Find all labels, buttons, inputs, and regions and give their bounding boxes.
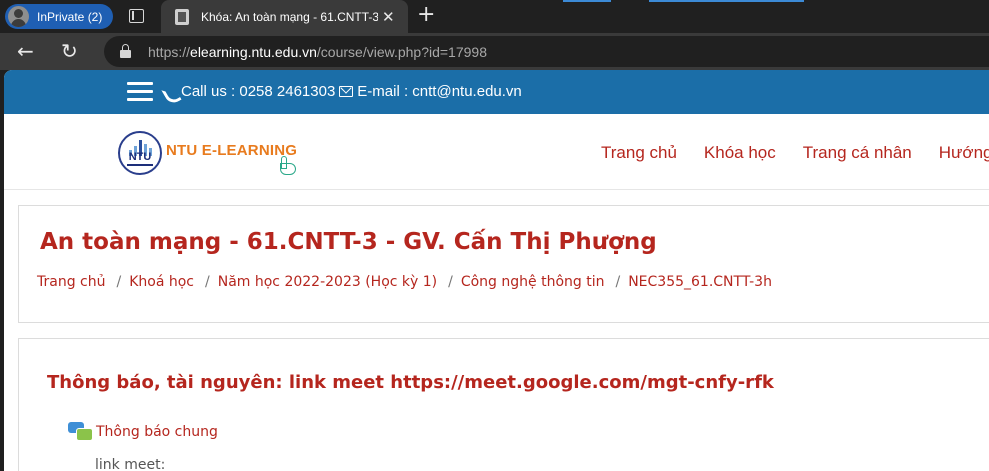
address-bar[interactable]: https://elearning.ntu.edu.vn/course/view… — [104, 36, 989, 67]
breadcrumb-separator: / — [116, 274, 122, 290]
browser-tab-strip: InPrivate (2) Khóa: An toàn mạng - 61.CN… — [0, 0, 989, 33]
url-host: elearning.ntu.edu.vn — [190, 44, 317, 60]
contact-email: E-mail : cntt@ntu.edu.vn — [357, 83, 522, 100]
forum-icon — [68, 422, 93, 442]
main-menu: Trang chủ Khóa học Trang cá nhân Hướng — [601, 143, 989, 163]
breadcrumb-separator: / — [205, 274, 210, 290]
menu-item-guide[interactable]: Hướng — [939, 143, 989, 163]
phone-icon — [164, 86, 176, 98]
breadcrumb-item-year[interactable]: Năm học 2022-2023 (Học kỳ 1) — [218, 274, 437, 290]
mail-icon — [339, 86, 354, 97]
breadcrumb-item-course[interactable]: NEC355_61.CNTT-3h — [628, 274, 772, 290]
url-prefix: https:// — [148, 44, 191, 60]
breadcrumb-separator: / — [615, 274, 621, 290]
page-favicon-icon — [175, 8, 189, 25]
url-path: /course/view.php?id=17998 — [316, 44, 487, 60]
breadcrumb-item-home[interactable]: Trang chủ — [37, 274, 105, 290]
pointer-hand-icon — [276, 154, 298, 175]
tab-strip-accent — [563, 0, 611, 2]
site-logo[interactable]: NTU NTU E-LEARNING — [118, 130, 318, 176]
course-section-card: Thông báo, tài nguyên: link meet https:/… — [18, 338, 989, 471]
inprivate-profile-button[interactable]: InPrivate (2) — [5, 4, 113, 29]
page-viewport: Call us : 0258 2461303 E-mail : cntt@ntu… — [4, 70, 989, 471]
breadcrumb-item-courses[interactable]: Khoá học — [129, 274, 194, 290]
tab-title: Khóa: An toàn mạng - 61.CNTT-3 - GV. Cấn… — [201, 9, 378, 24]
lock-icon[interactable] — [120, 44, 131, 58]
forum-label[interactable]: Thông báo chung — [96, 424, 218, 440]
menu-item-courses[interactable]: Khóa học — [704, 143, 776, 163]
tab-actions-icon[interactable] — [129, 9, 144, 23]
new-tab-button[interactable]: + — [417, 4, 435, 26]
tab-close-icon[interactable]: ✕ — [382, 8, 395, 26]
forum-description: link meet: — [95, 457, 166, 471]
contact-info: Call us : 0258 2461303 E-mail : cntt@ntu… — [164, 83, 522, 100]
hamburger-menu-icon[interactable] — [127, 82, 153, 102]
inprivate-label: InPrivate (2) — [37, 9, 103, 24]
contact-phone: Call us : 0258 2461303 — [181, 83, 336, 100]
breadcrumb: Trang chủ / Khoá học / Năm học 2022-2023… — [37, 274, 772, 290]
reload-button[interactable]: ↻ — [61, 39, 78, 63]
breadcrumb-separator: / — [448, 274, 453, 290]
menu-item-home[interactable]: Trang chủ — [601, 143, 677, 163]
contact-bar: Call us : 0258 2461303 E-mail : cntt@ntu… — [4, 70, 989, 114]
section-title: Thông báo, tài nguyên: link meet https:/… — [47, 372, 774, 393]
logo-mark-text: NTU — [128, 151, 152, 163]
url-text[interactable]: https://elearning.ntu.edu.vn/course/view… — [148, 44, 487, 60]
tab-active[interactable]: Khóa: An toàn mạng - 61.CNTT-3 - GV. Cấn… — [161, 0, 408, 33]
forum-activity-link[interactable]: Thông báo chung — [68, 422, 218, 442]
menu-item-profile[interactable]: Trang cá nhân — [803, 143, 912, 163]
ntu-logo-mark: NTU — [118, 131, 162, 175]
site-header: NTU NTU E-LEARNING Trang chủ Khóa học Tr… — [4, 114, 989, 190]
tab-strip-accent — [649, 0, 804, 2]
page-title: An toàn mạng - 61.CNTT-3 - GV. Cấn Thị P… — [40, 229, 657, 255]
browser-navigation-bar: ← ↻ https://elearning.ntu.edu.vn/course/… — [0, 33, 989, 70]
course-header-card: An toàn mạng - 61.CNTT-3 - GV. Cấn Thị P… — [18, 205, 989, 323]
back-button[interactable]: ← — [17, 39, 34, 63]
breadcrumb-item-department[interactable]: Công nghệ thông tin — [461, 274, 605, 290]
profile-avatar-icon — [8, 6, 29, 27]
